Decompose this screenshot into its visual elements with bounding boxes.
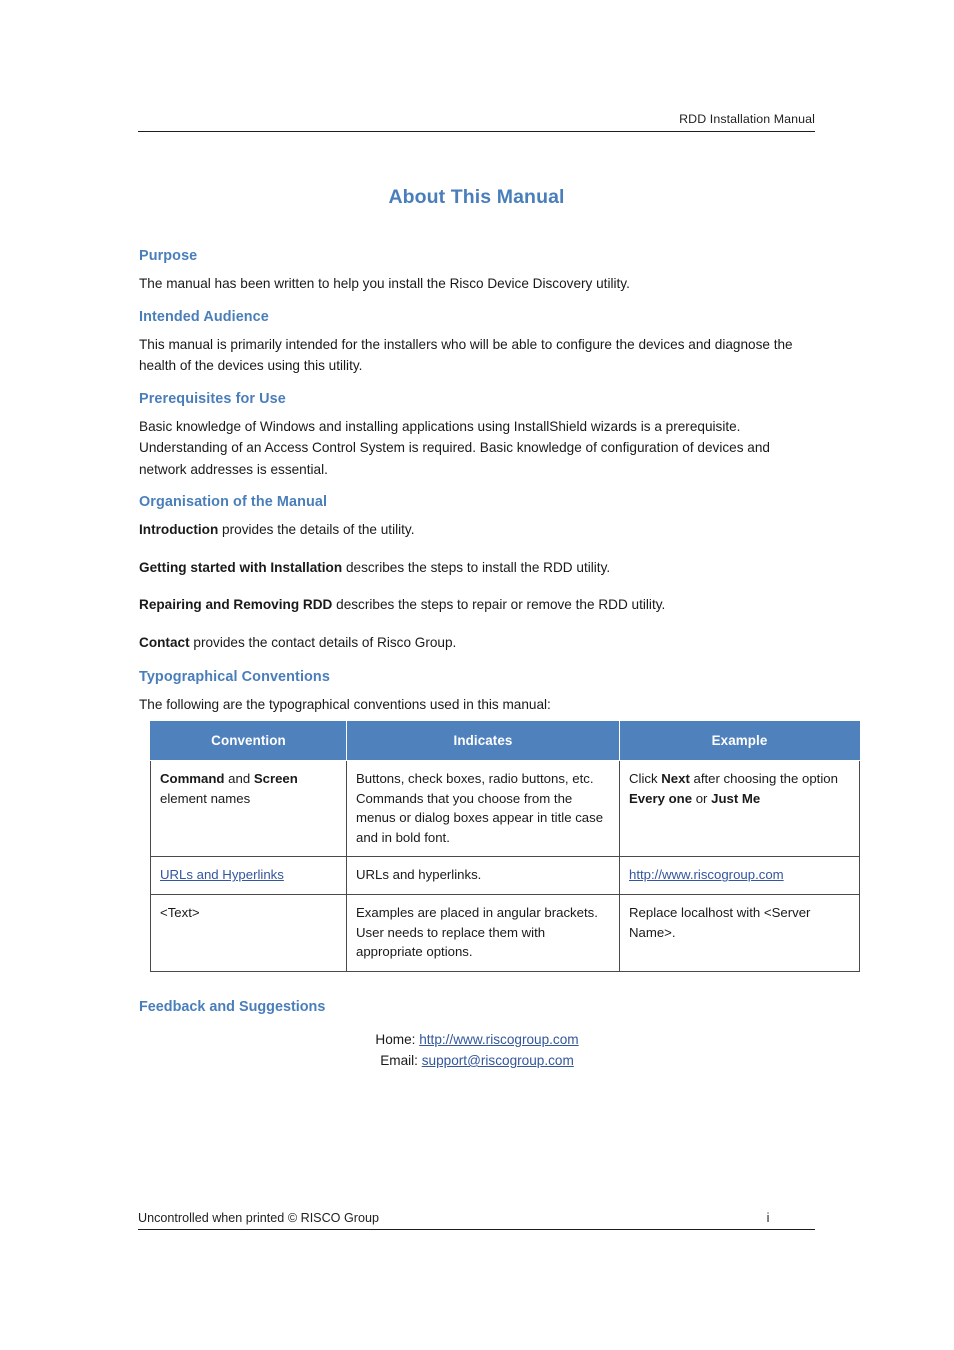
organisation-item-lead: Introduction <box>139 522 219 537</box>
cell-indicates: Buttons, check boxes, radio buttons, etc… <box>346 759 620 858</box>
typographical-conventions-table: Convention Indicates Example Command and… <box>150 721 860 972</box>
table-header-row: Convention Indicates Example <box>150 721 860 761</box>
footer-copyright-text: Uncontrolled when printed © RISCO Group <box>138 1211 379 1225</box>
heading-typographical-conventions: Typographical Conventions <box>139 669 330 685</box>
link-riscogroup-website[interactable]: http://www.riscogroup.com <box>629 867 784 882</box>
organisation-item-introduction: Introduction provides the details of the… <box>139 519 815 541</box>
organisation-item-lead: Getting started with Installation <box>139 559 343 575</box>
cell-indicates: URLs and hyperlinks. <box>346 856 620 895</box>
link-support-email[interactable]: support@riscogroup.com <box>422 1053 574 1068</box>
column-header-indicates: Indicates <box>346 721 620 761</box>
example-mid: after choosing the option <box>689 771 838 786</box>
heading-organisation: Organisation of the Manual <box>139 494 328 510</box>
cell-example: http://www.riscogroup.com <box>619 856 860 895</box>
paragraph-intended-audience: This manual is primarily intended for th… <box>139 336 793 374</box>
document-page: RDD Installation Manual About This Manua… <box>0 0 954 1350</box>
feedback-home-line: Home: http://www.riscogroup.com <box>139 1029 815 1050</box>
example-pre: Click <box>629 771 662 786</box>
feedback-email-line: Email: support@riscogroup.com <box>139 1050 815 1071</box>
example-bold-just-me: Just Me <box>711 790 761 806</box>
organisation-item-contact: Contact provides the contact details of … <box>139 632 815 654</box>
cell-convention: URLs and Hyperlinks <box>150 856 347 895</box>
link-urls-and-hyperlinks[interactable]: URLs and Hyperlinks <box>160 867 284 882</box>
organisation-item-repairing-removing: Repairing and Removing RDD describes the… <box>139 594 815 616</box>
heading-feedback-and-suggestions: Feedback and Suggestions <box>139 999 326 1015</box>
link-home-website[interactable]: http://www.riscogroup.com <box>419 1032 578 1047</box>
paragraph-prerequisites: Basic knowledge of Windows and installin… <box>139 418 770 477</box>
running-footer: Uncontrolled when printed © RISCO Group … <box>138 1211 815 1230</box>
footer-page-number: i <box>766 1211 770 1225</box>
organisation-item-rest: describes the steps to repair or remove … <box>332 597 666 612</box>
feedback-home-label: Home: <box>375 1032 420 1047</box>
example-mid2: or <box>692 790 712 806</box>
feedback-section: Feedback and Suggestions Home: http://ww… <box>139 999 815 1071</box>
cell-indicates: Examples are placed in angular brackets.… <box>346 893 620 972</box>
table-row: <Text> Examples are placed in angular br… <box>150 893 860 972</box>
heading-intended-audience: Intended Audience <box>139 308 269 325</box>
document-body: Purpose The manual has been written to h… <box>139 248 815 716</box>
example-bold-every-one: Every one <box>629 790 693 806</box>
organisation-item-rest: provides the details of the utility. <box>218 522 415 537</box>
heading-purpose: Purpose <box>139 248 198 264</box>
column-header-convention: Convention <box>150 721 347 761</box>
paragraph-purpose: The manual has been written to help you … <box>139 276 630 291</box>
organisation-item-lead: Repairing and Removing RDD <box>139 597 333 612</box>
running-header: RDD Installation Manual <box>138 110 815 132</box>
paragraph-typographical-intro: The following are the typographical conv… <box>139 697 551 712</box>
cell-example: Click Next after choosing the option Eve… <box>619 759 860 858</box>
table-row: Command and Screen element names Buttons… <box>150 759 860 858</box>
organisation-item-rest: describes the steps to install the RDD u… <box>342 559 611 575</box>
column-header-example: Example <box>619 721 860 761</box>
organisation-item-lead: Contact <box>139 634 190 650</box>
organisation-item-rest: provides the contact details of Risco Gr… <box>189 634 457 650</box>
feedback-email-label: Email: <box>380 1053 422 1068</box>
cell-convention: Command and Screen element names <box>150 759 347 858</box>
table-row: URLs and Hyperlinks URLs and hyperlinks.… <box>150 856 860 895</box>
cell-example: Replace localhost with <Server Name>. <box>619 893 860 972</box>
cell-convention: <Text> <box>150 893 347 972</box>
convention-bold-command: Command <box>160 771 225 786</box>
convention-mid: and <box>224 771 254 786</box>
running-header-title: RDD Installation Manual <box>679 112 815 126</box>
heading-prerequisites: Prerequisites for Use <box>139 390 286 407</box>
page-title: About This Manual <box>388 186 565 208</box>
convention-bold-screen: Screen <box>253 771 298 786</box>
example-bold-next: Next <box>661 771 690 786</box>
convention-second-line: element names <box>160 790 251 806</box>
organisation-item-getting-started: Getting started with Installation descri… <box>139 557 815 579</box>
